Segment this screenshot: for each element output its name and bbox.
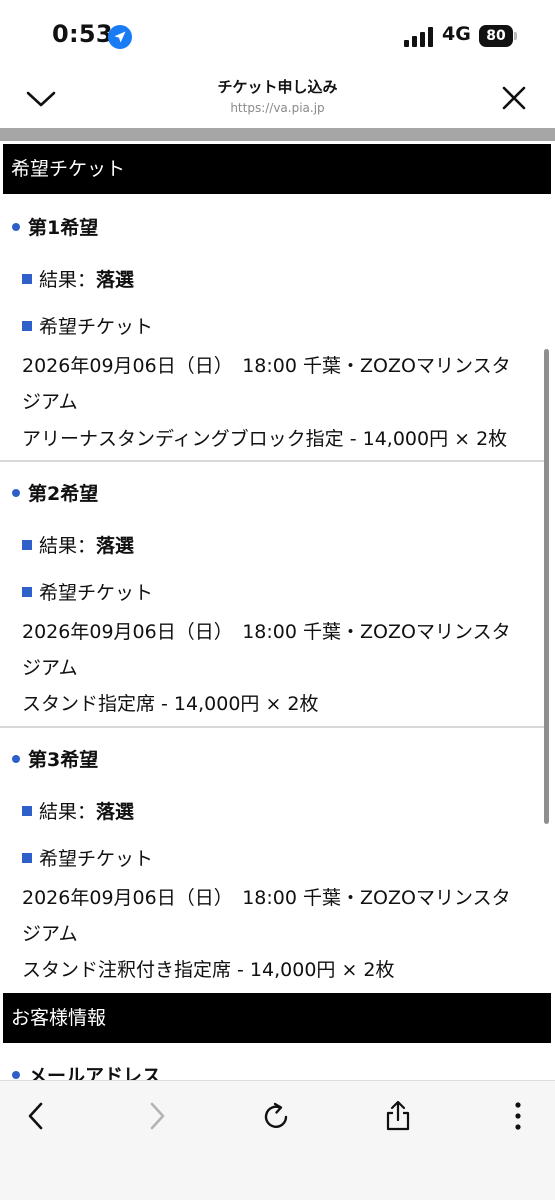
reload-icon[interactable] (260, 1099, 294, 1133)
bullet-dot-icon (12, 754, 20, 763)
ticket-label: 希望チケット (22, 844, 153, 871)
bullet-dot-icon (12, 1070, 20, 1079)
bullet-dot-icon (12, 222, 20, 231)
status-time: 0:53 (52, 20, 113, 48)
result-line: 結果：落選 (22, 797, 134, 824)
forward-icon[interactable] (139, 1099, 173, 1133)
page-url: https://va.pia.jp (230, 101, 325, 115)
result-status: 落選 (96, 269, 135, 291)
venue-continued: ジアム (22, 657, 78, 679)
section-header-customer: お客様情報 (3, 993, 551, 1043)
bullet-square-icon (22, 586, 32, 597)
bullet-square-icon (22, 320, 32, 331)
page-content: 希望チケット 第1希望 結果：落選 希望チケット 2026年09月06日（日） … (0, 141, 555, 1080)
bullet-square-icon (22, 539, 32, 550)
result-status: 落選 (96, 535, 135, 557)
battery-level: 80 (486, 28, 506, 44)
result-status: 落選 (96, 801, 135, 823)
battery-cap (514, 32, 517, 40)
venue-continued: ジアム (22, 923, 78, 945)
section-header-ticket: 希望チケット (3, 144, 551, 194)
page-title: チケット申し込み (217, 78, 338, 96)
screen: 0:53 4G 80 チケット申し込み https://va.pia.jp 希望… (0, 0, 555, 1200)
signal-strength-icon (404, 27, 433, 47)
more-icon[interactable] (501, 1099, 535, 1133)
event-date-venue: 2026年09月06日（日） 18:00 千葉・ZOZOマリンスタ (22, 355, 511, 377)
seat-type-price: アリーナスタンディングブロック指定 - 14,000円 × 2枚 (22, 428, 508, 450)
bullet-square-icon (22, 273, 32, 284)
browser-top-bar: チケット申し込み https://va.pia.jp (0, 70, 555, 126)
close-icon[interactable] (501, 85, 527, 111)
event-date-venue: 2026年09月06日（日） 18:00 千葉・ZOZOマリンスタ (22, 621, 511, 643)
share-icon[interactable] (381, 1099, 415, 1133)
back-icon[interactable] (20, 1099, 54, 1133)
status-bar: 0:53 4G 80 (0, 0, 555, 70)
battery-icon: 80 (479, 25, 513, 47)
divider (0, 460, 546, 462)
preference-title: 第2希望 (12, 479, 98, 506)
result-line: 結果：落選 (22, 531, 134, 558)
bullet-square-icon (22, 805, 32, 816)
ticket-label: 希望チケット (22, 312, 153, 339)
venue-continued: ジアム (22, 391, 78, 413)
preference-title: 第1希望 (12, 213, 98, 240)
result-line: 結果：落選 (22, 265, 134, 292)
top-bar-divider (0, 128, 555, 141)
email-label: メールアドレス (12, 1061, 161, 1080)
divider (0, 726, 546, 728)
location-arrow-icon (108, 25, 132, 49)
network-type: 4G (442, 23, 471, 45)
browser-bottom-toolbar (0, 1080, 555, 1200)
preference-title: 第3希望 (12, 745, 98, 772)
scrollbar[interactable] (544, 349, 549, 824)
seat-type-price: スタンド注釈付き指定席 - 14,000円 × 2枚 (22, 959, 395, 981)
bullet-square-icon (22, 852, 32, 863)
seat-type-price: スタンド指定席 - 14,000円 × 2枚 (22, 693, 319, 715)
ticket-label: 希望チケット (22, 578, 153, 605)
event-date-venue: 2026年09月06日（日） 18:00 千葉・ZOZOマリンスタ (22, 887, 511, 909)
bullet-dot-icon (12, 488, 20, 497)
